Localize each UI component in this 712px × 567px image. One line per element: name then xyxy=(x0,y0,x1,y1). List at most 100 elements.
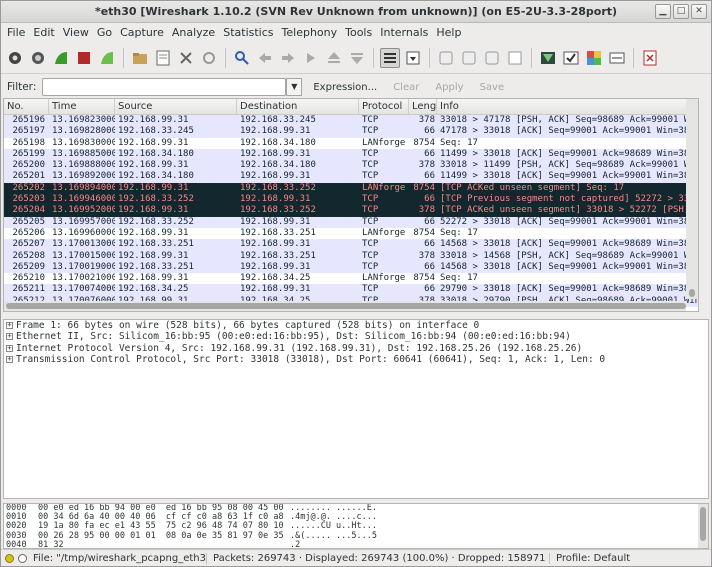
packet-cell-proto: LANforge xyxy=(362,137,406,148)
col-time[interactable]: Time xyxy=(49,99,115,114)
close-icon[interactable]: ✕ xyxy=(691,4,707,19)
packet-cell-dst: 192.168.99.31 xyxy=(240,171,311,182)
packet-row[interactable]: 265203 13.169946000 192.168.33.252 192.168.… xyxy=(4,194,698,206)
detail-row-ipv4[interactable]: + Internet Protocol Version 4, Src: 192.1… xyxy=(4,343,708,354)
packet-row[interactable]: 265210 13.170021000 192.168.99.31 192.168.3… xyxy=(4,273,698,285)
status-profile[interactable]: Profile: Default xyxy=(550,553,636,564)
menu-tools[interactable]: Tools xyxy=(343,26,378,39)
last-packet-icon[interactable] xyxy=(347,48,367,68)
menu-view[interactable]: View xyxy=(61,26,95,39)
open-file-icon[interactable] xyxy=(130,48,150,68)
reload-icon[interactable] xyxy=(199,48,219,68)
restart-capture-icon[interactable] xyxy=(97,48,117,68)
packet-row[interactable]: 265199 13.169885000 192.168.34.180 192.168.… xyxy=(4,148,698,161)
minimize-icon[interactable]: ▁ xyxy=(655,4,671,19)
menu-help[interactable]: Help xyxy=(434,26,467,39)
options-icon[interactable] xyxy=(28,48,48,68)
hex-vscroll[interactable] xyxy=(698,504,708,548)
packet-cell-proto: TCP xyxy=(362,115,379,125)
display-filters-icon[interactable] xyxy=(561,48,581,68)
packet-row[interactable]: 265196 13.169823000 192.168.99.31 192.168.3… xyxy=(4,115,698,127)
go-back-icon[interactable] xyxy=(255,48,275,68)
capture-comments-icon[interactable] xyxy=(18,553,27,563)
first-packet-icon[interactable] xyxy=(324,48,344,68)
packet-row[interactable]: 265208 13.170015000 192.168.99.31 192.168.3… xyxy=(4,250,698,262)
auto-scroll-icon[interactable] xyxy=(403,48,423,68)
apply-button[interactable]: Apply xyxy=(430,82,468,93)
packet-row[interactable]: 265202 13.169894000 192.168.99.31 192.168.3… xyxy=(4,182,698,195)
menu-file[interactable]: File xyxy=(5,26,31,39)
packet-list-hscroll[interactable] xyxy=(4,301,686,311)
clear-button[interactable]: Clear xyxy=(388,82,424,93)
packet-row[interactable]: 265200 13.169888000 192.168.99.31 192.168.3… xyxy=(4,160,698,172)
menu-statistics[interactable]: Statistics xyxy=(221,26,279,39)
expand-icon[interactable]: + xyxy=(6,344,13,352)
normal-size-icon[interactable] xyxy=(482,48,502,68)
packet-row[interactable]: 265207 13.170013000 192.168.33.251 192.168.… xyxy=(4,239,698,251)
col-info[interactable]: Info xyxy=(437,99,698,114)
menu-edit[interactable]: Edit xyxy=(31,26,60,39)
packet-cell-dst: 192.168.99.31 xyxy=(240,261,311,272)
packet-cell-info: Seq: 17 xyxy=(440,137,478,148)
packet-row[interactable]: 265206 13.169960000 192.168.99.31 192.168.3… xyxy=(4,227,698,240)
menu-internals[interactable]: Internals xyxy=(378,26,434,39)
save-file-icon[interactable] xyxy=(153,48,173,68)
packet-row[interactable]: 265209 13.170019000 192.168.33.251 192.168.… xyxy=(4,261,698,274)
menu-telephony[interactable]: Telephony xyxy=(280,26,344,39)
resize-columns-icon[interactable] xyxy=(505,48,525,68)
menu-go[interactable]: Go xyxy=(95,26,118,39)
menu-analyze[interactable]: Analyze xyxy=(170,26,221,39)
display-filter-input[interactable] xyxy=(42,78,287,96)
packet-cell-dst: 192.168.99.31 xyxy=(240,239,311,250)
packet-cell-no: 265208 xyxy=(12,250,45,261)
help-icon[interactable] xyxy=(640,48,660,68)
go-forward-icon[interactable] xyxy=(278,48,298,68)
packet-cell-dst: 192.168.99.31 xyxy=(240,216,311,227)
coloring-rules-icon[interactable] xyxy=(584,48,604,68)
filter-bar: Filter: ▼ Expression... Clear Apply Save xyxy=(1,74,711,100)
packet-row[interactable]: 265205 13.169957000 192.168.33.252 192.168.… xyxy=(4,216,698,228)
packet-cell-no: 265206 xyxy=(12,227,45,238)
find-packet-icon[interactable] xyxy=(232,48,252,68)
packet-row[interactable]: 265211 13.170074000 192.168.34.25 192.168.9… xyxy=(4,284,698,296)
packet-cell-src: 192.168.33.245 xyxy=(118,126,194,137)
packet-row[interactable]: 265197 13.169828000 192.168.33.245 192.168.… xyxy=(4,126,698,138)
expand-icon[interactable]: + xyxy=(6,322,13,330)
capture-filters-icon[interactable] xyxy=(538,48,558,68)
detail-row-frame[interactable]: + Frame 1: 66 bytes on wire (528 bits), 6… xyxy=(4,320,708,331)
chevron-down-icon[interactable]: ▼ xyxy=(286,78,303,96)
packet-cell-src: 192.168.99.31 xyxy=(118,182,189,193)
packet-list-vscroll[interactable] xyxy=(686,99,698,299)
preferences-icon[interactable] xyxy=(607,48,627,68)
packet-bytes: 0000 00 e0 ed 16 bb 94 00 e0 ed 16 bb 95 … xyxy=(3,503,709,549)
interfaces-icon[interactable] xyxy=(5,48,25,68)
stop-capture-icon[interactable] xyxy=(74,48,94,68)
col-length[interactable]: Length xyxy=(409,99,437,114)
col-destination[interactable]: Destination xyxy=(237,99,359,114)
packet-row[interactable]: 265201 13.169892000 192.168.34.180 192.168.… xyxy=(4,171,698,183)
packet-cell-time: 13.170019000 xyxy=(52,261,115,272)
menu-capture[interactable]: Capture xyxy=(118,26,170,39)
start-capture-icon[interactable] xyxy=(51,48,71,68)
detail-row-ethernet[interactable]: + Ethernet II, Src: Silicom_16:bb:95 (00:… xyxy=(4,331,708,342)
col-protocol[interactable]: Protocol xyxy=(359,99,409,114)
close-file-icon[interactable] xyxy=(176,48,196,68)
zoom-in-icon[interactable] xyxy=(436,48,456,68)
packet-row[interactable]: 265198 13.169830000 192.168.99.31 192.168.3… xyxy=(4,137,698,149)
expand-icon[interactable]: + xyxy=(6,333,13,341)
col-no[interactable]: No. xyxy=(4,99,49,114)
packet-cell-dst: 192.168.33.252 xyxy=(240,182,316,193)
packet-cell-src: 192.168.99.31 xyxy=(118,115,189,125)
expand-icon[interactable]: + xyxy=(6,356,13,364)
col-source[interactable]: Source xyxy=(115,99,237,114)
zoom-out-icon[interactable] xyxy=(459,48,479,68)
expert-info-icon[interactable] xyxy=(5,553,14,563)
packet-row[interactable]: 265204 13.169952000 192.168.99.31 192.168.3… xyxy=(4,205,698,217)
save-button[interactable]: Save xyxy=(475,82,510,93)
packet-cell-dst: 192.168.34.180 xyxy=(240,137,316,148)
colorize-icon[interactable] xyxy=(380,47,400,68)
go-to-packet-icon[interactable] xyxy=(301,48,321,68)
maximize-icon[interactable]: □ xyxy=(673,4,689,19)
expression-button[interactable]: Expression... xyxy=(308,82,382,93)
detail-row-tcp[interactable]: + Transmission Control Protocol, Src Port… xyxy=(4,354,708,365)
